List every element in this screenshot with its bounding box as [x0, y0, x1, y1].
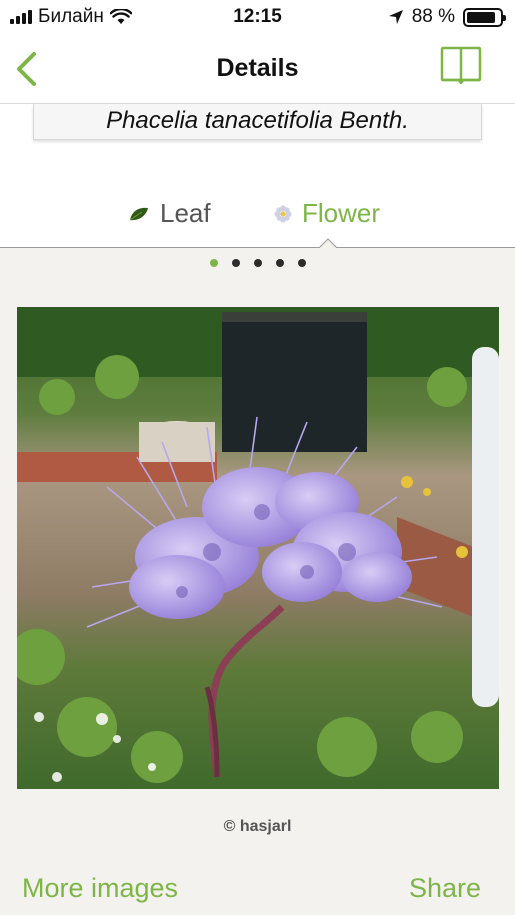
page-dot[interactable] — [231, 259, 240, 267]
flower-icon — [274, 205, 292, 222]
battery-level — [467, 11, 496, 23]
page-indicator — [0, 259, 515, 271]
organ-tabs: Leaf Flower — [0, 198, 515, 238]
leaf-icon — [129, 207, 148, 220]
tab-leaf[interactable]: Leaf — [128, 198, 211, 229]
page-dot[interactable] — [275, 259, 284, 267]
page-dot[interactable] — [297, 259, 306, 267]
page-dot[interactable] — [253, 259, 262, 267]
battery-percent: 88 % — [411, 6, 455, 27]
tab-flower-label: Flower — [302, 198, 381, 228]
book-icon[interactable] — [440, 46, 482, 84]
plant-header: Phacelia tanacetifolia Benth. Leaf Flowe… — [0, 104, 515, 248]
share-button[interactable]: Share — [409, 873, 481, 904]
tab-flower[interactable]: Flower — [274, 198, 380, 229]
tab-leaf-label: Leaf — [160, 198, 211, 228]
plant-photo[interactable] — [17, 307, 499, 789]
tab-divider — [0, 247, 515, 248]
navigation-bar: Details — [0, 34, 515, 104]
page-dot[interactable] — [209, 259, 218, 267]
status-right: 88 % — [388, 6, 506, 28]
photo-credit: © hasjarl — [223, 818, 292, 835]
page-title: Details — [216, 54, 299, 82]
status-bar: Билайн 12:15 88 % — [0, 0, 515, 34]
more-images-button[interactable]: More images — [22, 873, 178, 904]
flower-photo-image — [17, 307, 499, 789]
latin-name: Phacelia tanacetifolia Benth. — [33, 104, 482, 140]
selected-tab-caret — [319, 238, 337, 248]
battery-icon — [463, 7, 506, 27]
location-arrow-icon — [388, 10, 403, 24]
